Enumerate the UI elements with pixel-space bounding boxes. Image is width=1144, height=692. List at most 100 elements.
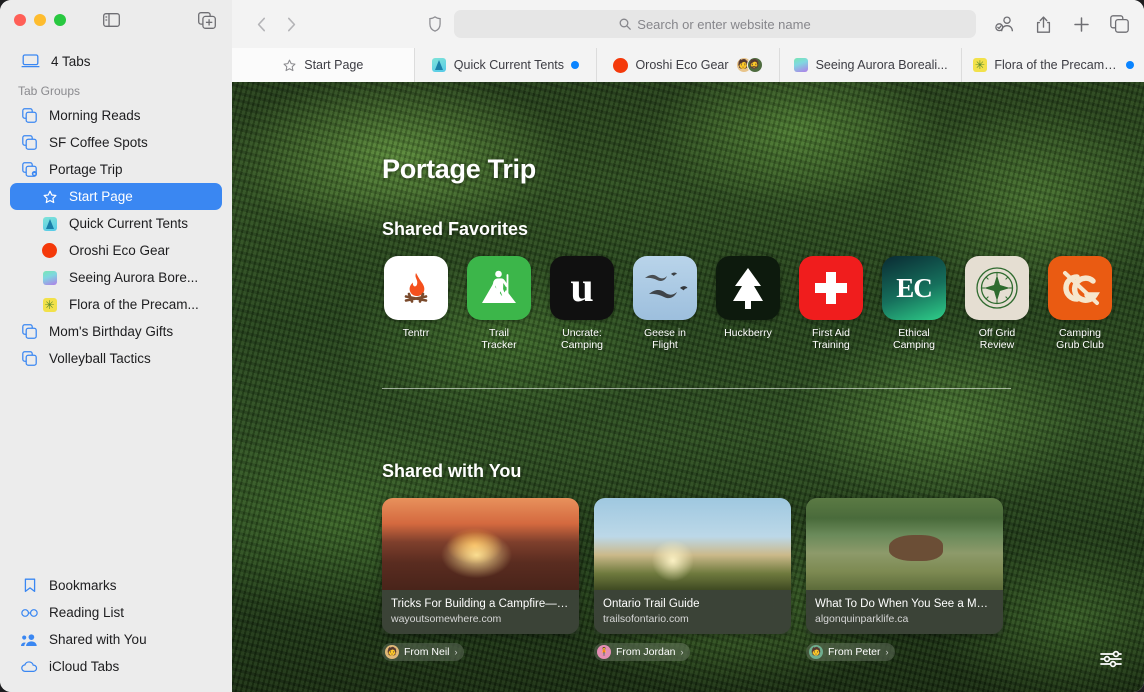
share-icon[interactable] bbox=[1032, 13, 1054, 35]
tent-favicon bbox=[41, 215, 58, 232]
moose-photo bbox=[806, 498, 1003, 590]
shared-card-title: Ontario Trail Guide bbox=[603, 598, 700, 610]
favorite-huckberry[interactable]: Huckberry bbox=[714, 256, 782, 351]
sidebar-item-seeing-aurora[interactable]: Seeing Aurora Bore... bbox=[10, 264, 222, 291]
shared-card-url: trailsofontario.com bbox=[603, 613, 689, 625]
letter-u-icon: u bbox=[550, 256, 614, 320]
forward-button[interactable] bbox=[276, 10, 306, 38]
new-tab-group-icon[interactable] bbox=[196, 10, 218, 30]
sidebar-item-oroshi-eco-gear[interactable]: Oroshi Eco Gear bbox=[10, 237, 222, 264]
flora-favicon bbox=[41, 296, 58, 313]
tabs-count-label: 4 Tabs bbox=[51, 53, 91, 69]
favorite-camping-grub-club[interactable]: Camping Grub Club bbox=[1046, 256, 1114, 351]
sidebar-item-quick-current-tents[interactable]: Quick Current Tents bbox=[10, 210, 222, 237]
aurora-favicon bbox=[41, 269, 58, 286]
page-title: Portage Trip bbox=[382, 154, 536, 184]
from-slot: 🧑 From Peter › bbox=[806, 643, 1003, 661]
sidebar: 4 Tabs Tab Groups Morning Reads SF Coffe… bbox=[0, 0, 232, 692]
hikers-photo bbox=[594, 498, 791, 590]
star-icon bbox=[41, 188, 58, 205]
favorite-first-aid-training[interactable]: First Aid Training bbox=[797, 256, 865, 351]
flora-favicon bbox=[972, 58, 987, 73]
safari-window: 4 Tabs Tab Groups Morning Reads SF Coffe… bbox=[0, 0, 1144, 692]
favorite-uncrate-camping[interactable]: u Uncrate: Camping bbox=[548, 256, 616, 351]
people-icon bbox=[21, 631, 38, 648]
section-divider bbox=[382, 388, 1011, 389]
sidebar-item-flora-precambrian[interactable]: Flora of the Precam... bbox=[10, 291, 222, 318]
sidebar-item-label: iCloud Tabs bbox=[49, 659, 120, 674]
shared-card-moose[interactable]: What To Do When You See a Moo... algonqu… bbox=[806, 498, 1003, 634]
sidebar-icon[interactable] bbox=[100, 10, 122, 30]
sliders-icon[interactable] bbox=[1096, 644, 1126, 674]
sidebar-item-bookmarks[interactable]: Bookmarks bbox=[10, 572, 222, 599]
favorite-off-grid-review[interactable]: Off Grid Review bbox=[963, 256, 1031, 351]
sidebar-item-morning-reads[interactable]: Morning Reads bbox=[10, 102, 222, 129]
sidebar-item-volleyball-tactics[interactable]: Volleyball Tactics bbox=[10, 345, 222, 372]
privacy-shield-icon[interactable] bbox=[420, 10, 450, 38]
shared-card-meta: Ontario Trail Guide trailsofontario.com bbox=[594, 590, 791, 634]
tab-seeing-aurora-borealis[interactable]: Seeing Aurora Boreali... bbox=[778, 48, 962, 82]
zoom-button[interactable] bbox=[54, 14, 66, 26]
tab-start-page[interactable]: Start Page bbox=[232, 48, 414, 82]
sidebar-item-shared-with-you[interactable]: Shared with You bbox=[10, 626, 222, 653]
sidebar-item-icloud-tabs[interactable]: iCloud Tabs bbox=[10, 653, 222, 680]
sidebar-item-label: Mom's Birthday Gifts bbox=[49, 324, 174, 339]
participant-avatars: 🧑 🧔 bbox=[735, 57, 763, 73]
shared-with-you-section: Shared with You Tricks For Building a Ca… bbox=[382, 461, 1144, 661]
back-button[interactable] bbox=[246, 10, 276, 38]
sidebar-bottom-section: Bookmarks Reading List Shared with You i… bbox=[0, 572, 232, 692]
tab-flora-of-the-precambrian[interactable]: Flora of the Precambi... bbox=[961, 48, 1144, 82]
sidebar-item-label: Volleyball Tactics bbox=[49, 351, 151, 366]
shared-card-ontario-trail-guide[interactable]: Ontario Trail Guide trailsofontario.com bbox=[594, 498, 791, 634]
favorite-geese-in-flight[interactable]: Geese in Flight bbox=[631, 256, 699, 351]
favorites-grid: Tentrr Trail Tracker u Uncrate: Camping … bbox=[382, 256, 1144, 351]
favorite-ethical-camping[interactable]: EC Ethical Camping bbox=[880, 256, 948, 351]
shared-card-campfire[interactable]: Tricks For Building a Campfire—F... wayo… bbox=[382, 498, 579, 634]
tab-oroshi-eco-gear[interactable]: Oroshi Eco Gear 🧑 🧔 bbox=[596, 48, 779, 82]
sidebar-item-label: Reading List bbox=[49, 605, 125, 620]
from-slot: 🧑 From Neil › bbox=[382, 643, 579, 661]
search-icon bbox=[619, 18, 632, 30]
minimize-button[interactable] bbox=[34, 14, 46, 26]
favorite-trail-tracker[interactable]: Trail Tracker bbox=[465, 256, 533, 351]
avatar: 🧍 bbox=[597, 645, 611, 659]
from-label: From Peter bbox=[828, 646, 881, 658]
sidebar-item-moms-birthday-gifts[interactable]: Mom's Birthday Gifts bbox=[10, 318, 222, 345]
bookmark-icon bbox=[21, 577, 38, 594]
star-icon bbox=[282, 58, 297, 73]
favorite-label: Off Grid Review bbox=[978, 327, 1016, 351]
tab-group-icon bbox=[21, 107, 38, 124]
tabs-count-row[interactable]: 4 Tabs bbox=[0, 46, 232, 76]
sidebar-item-reading-list[interactable]: Reading List bbox=[10, 599, 222, 626]
favorite-label: First Aid Training bbox=[812, 327, 850, 351]
favorite-tentrr[interactable]: Tentrr bbox=[382, 256, 450, 351]
aurora-favicon bbox=[794, 58, 809, 73]
sidebar-item-start-page[interactable]: Start Page bbox=[10, 183, 222, 210]
from-chip-jordan[interactable]: 🧍 From Jordan › bbox=[594, 643, 690, 661]
chevron-right-icon: › bbox=[885, 647, 889, 657]
compass-icon bbox=[965, 256, 1029, 320]
address-bar[interactable]: Search or enter website name bbox=[454, 10, 976, 38]
shared-card-meta: What To Do When You See a Moo... algonqu… bbox=[806, 590, 1003, 634]
from-chip-neil[interactable]: 🧑 From Neil › bbox=[382, 643, 464, 661]
sidebar-item-sf-coffee-spots[interactable]: SF Coffee Spots bbox=[10, 129, 222, 156]
from-chip-peter[interactable]: 🧑 From Peter › bbox=[806, 643, 895, 661]
orange-circle-favicon bbox=[613, 57, 629, 73]
new-tab-plus-icon[interactable] bbox=[1070, 13, 1092, 35]
sidebar-item-portage-trip[interactable]: Portage Trip bbox=[10, 156, 222, 183]
share-participants-icon[interactable] bbox=[994, 13, 1016, 35]
shared-card-title: Tricks For Building a Campfire—F... bbox=[391, 598, 570, 610]
sidebar-item-label: Morning Reads bbox=[49, 108, 141, 123]
favorite-label: Ethical Camping bbox=[892, 327, 936, 351]
shared-card-url: wayoutsomewhere.com bbox=[391, 613, 502, 625]
sidebar-item-label: Bookmarks bbox=[49, 578, 117, 593]
laptop-icon bbox=[21, 53, 40, 70]
tab-quick-current-tents[interactable]: Quick Current Tents bbox=[413, 48, 597, 82]
window-controls-row bbox=[0, 0, 232, 40]
cg-monogram-icon bbox=[1048, 256, 1112, 320]
tab-overview-icon[interactable] bbox=[1108, 13, 1130, 35]
avatar: 🧑 bbox=[809, 645, 823, 659]
favorite-label: Geese in Flight bbox=[643, 327, 687, 351]
tab-label: Quick Current Tents bbox=[453, 58, 564, 72]
close-button[interactable] bbox=[14, 14, 26, 26]
